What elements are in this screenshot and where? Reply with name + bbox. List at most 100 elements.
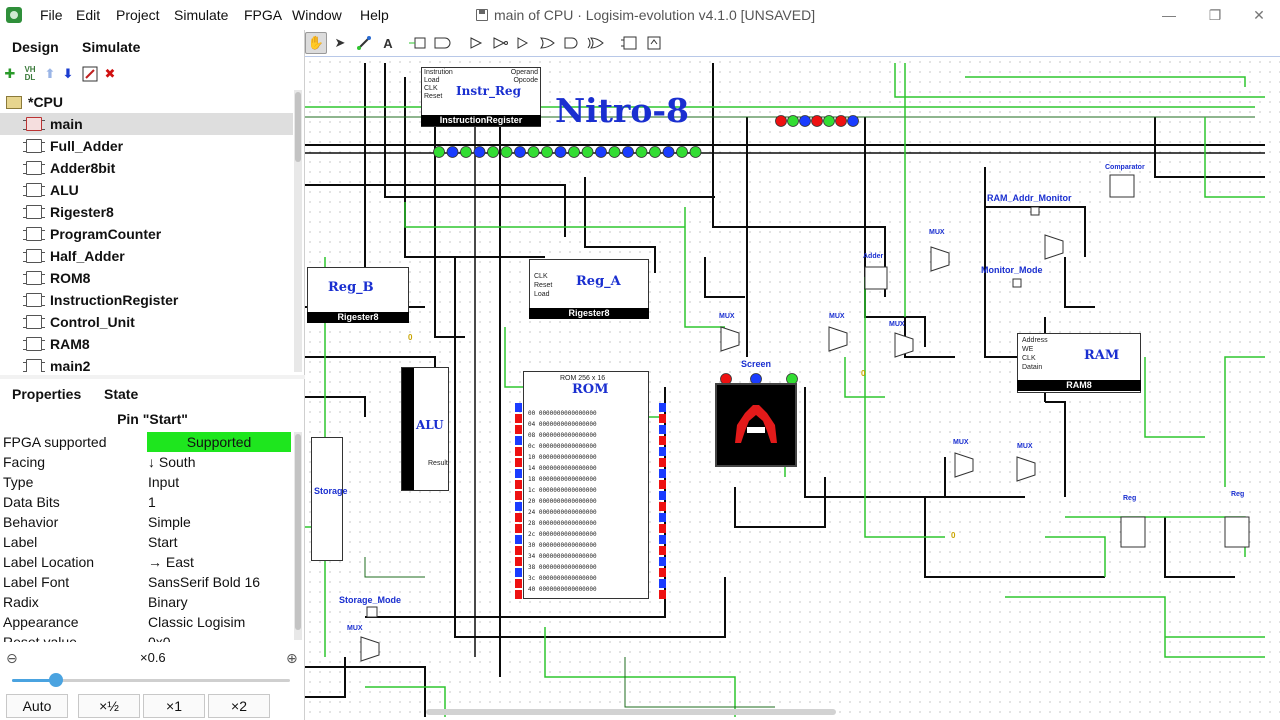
zoom-auto-button[interactable]: Auto [6, 694, 68, 718]
wire[interactable] [1154, 117, 1265, 178]
wire[interactable] [364, 557, 425, 578]
prop-row-behavior[interactable]: Behavior Simple [0, 512, 295, 532]
storage-component[interactable]: Storage [311, 437, 348, 561]
add-vhdl-icon[interactable]: VH DL [22, 66, 38, 82]
register-a-component[interactable]: CLK Reset Load Reg_A Rigester8 [529, 259, 649, 319]
wire[interactable] [624, 657, 775, 708]
prop-row-appearance[interactable]: Appearance Classic Logisim [0, 612, 295, 632]
prop-row-label[interactable]: Label Start [0, 532, 295, 552]
panel-splitter[interactable] [0, 375, 305, 379]
adder-component[interactable] [864, 266, 888, 290]
tree-item-full-adder[interactable]: Full_Adder [0, 135, 293, 157]
probe-component[interactable] [1012, 278, 1022, 288]
input-pin-tool-icon[interactable] [407, 32, 429, 54]
tab-simulate[interactable]: Simulate [82, 39, 140, 55]
ram-component[interactable]: Address WE CLK Datain RAM RAM8 [1017, 333, 1141, 393]
register-b-component[interactable]: Reg_B Rigester8 [307, 267, 409, 323]
menu-window[interactable]: Window [292, 7, 342, 23]
screen-display[interactable] [715, 383, 797, 467]
delete-circuit-icon[interactable]: ✖ [102, 66, 118, 82]
nand-gate-tool-icon[interactable] [561, 32, 583, 54]
prop-value[interactable]: ↓ South [148, 454, 195, 470]
circuit-canvas[interactable]: Instrution Load CLK Reset Operand Opcode… [305, 56, 1280, 720]
zoom-half-button[interactable]: ×½ [78, 694, 140, 718]
tree-item-rom8[interactable]: ROM8 [0, 267, 293, 289]
move-down-icon[interactable]: ⬇ [60, 66, 76, 82]
zoom-in-icon[interactable]: ⊕ [286, 650, 298, 667]
prop-value[interactable]: 0x0 [148, 634, 171, 642]
mux-component[interactable] [930, 246, 950, 272]
wire[interactable] [305, 666, 426, 717]
canvas-horizontal-scrollbar[interactable] [426, 709, 836, 715]
tree-item-instructionregister[interactable]: InstructionRegister [0, 289, 293, 311]
wire[interactable] [1064, 257, 1095, 308]
close-icon[interactable]: ✕ [1248, 5, 1270, 25]
wire[interactable] [1045, 536, 1106, 577]
add-circuit-tool-icon[interactable] [619, 32, 641, 54]
prop-row-radix[interactable]: Radix Binary [0, 592, 295, 612]
xor-gate-tool-icon[interactable] [585, 32, 607, 54]
properties-scrollbar-thumb[interactable] [295, 434, 301, 630]
restore-icon[interactable]: ❐ [1204, 5, 1226, 25]
wire[interactable] [544, 627, 736, 717]
tree-item-rigester8[interactable]: Rigester8 [0, 201, 293, 223]
wire[interactable] [1045, 401, 1066, 497]
prop-row-type[interactable]: Type Input [0, 472, 295, 492]
menu-fpga[interactable]: FPGA [244, 7, 282, 23]
instruction-register-component[interactable]: Instrution Load CLK Reset Operand Opcode… [421, 67, 541, 127]
prop-value[interactable]: Binary [148, 594, 188, 610]
wire[interactable] [1224, 356, 1265, 487]
wire[interactable] [1144, 357, 1205, 438]
tree-root-project[interactable]: *CPU [0, 91, 293, 113]
wire[interactable] [965, 76, 1246, 87]
rom-memory-contents[interactable]: 00 0000000000000000 04 0000000000000000 08… [528, 408, 628, 594]
register-component[interactable] [1120, 516, 1146, 548]
rom-component[interactable]: ROM 256 x 16 ROM 00 0000000000000000 04 0… [523, 371, 649, 599]
comparator-component[interactable] [1109, 174, 1135, 198]
wire[interactable] [305, 657, 346, 698]
menu-edit[interactable]: Edit [76, 7, 100, 23]
probe-component[interactable] [366, 606, 378, 618]
menu-simulate[interactable]: Simulate [174, 7, 228, 23]
mux-component[interactable] [828, 326, 848, 352]
tree-item-main2[interactable]: main2 [0, 355, 293, 372]
select-arrow-tool-icon[interactable]: ➤ [329, 32, 351, 54]
prop-value[interactable]: SansSerif Bold 16 [148, 574, 260, 590]
alu-component[interactable]: ALU Result [401, 367, 449, 491]
probe-component[interactable] [1030, 206, 1040, 216]
text-tool-icon[interactable]: A [377, 32, 399, 54]
prop-value[interactable]: 1 [148, 494, 156, 510]
prop-value[interactable]: Classic Logisim [148, 614, 245, 630]
wire[interactable] [404, 202, 685, 228]
prop-value[interactable]: Start [148, 534, 178, 550]
prop-value[interactable]: Simple [148, 514, 191, 530]
tree-item-alu[interactable]: ALU [0, 179, 293, 201]
wire[interactable] [504, 327, 525, 388]
prop-value[interactable]: Input [148, 474, 179, 490]
prop-row-label-location[interactable]: Label Location → East [0, 552, 295, 572]
wire[interactable] [864, 117, 926, 347]
wire[interactable] [1204, 117, 1265, 198]
wire-tool-icon[interactable] [353, 32, 375, 54]
minimize-icon[interactable]: — [1158, 5, 1180, 25]
zoom-one-button[interactable]: ×1 [143, 694, 205, 718]
buffer-tool-icon[interactable] [489, 32, 511, 54]
tree-item-adder8bit[interactable]: Adder8bit [0, 157, 293, 179]
prop-row-label-font[interactable]: Label Font SansSerif Bold 16 [0, 572, 295, 592]
mux-component[interactable] [1016, 456, 1036, 482]
wire[interactable] [1005, 596, 1265, 658]
menu-help[interactable]: Help [360, 7, 389, 23]
wire[interactable] [704, 257, 745, 298]
tree-item-programcounter[interactable]: ProgramCounter [0, 223, 293, 245]
tree-item-half-adder[interactable]: Half_Adder [0, 245, 293, 267]
prop-row-reset-value[interactable]: Reset value 0x0 [0, 632, 295, 642]
prop-row-data-bits[interactable]: Data Bits 1 [0, 492, 295, 512]
menu-project[interactable]: Project [116, 7, 160, 23]
properties-scrollbar[interactable] [294, 432, 302, 640]
tab-state[interactable]: State [104, 386, 138, 402]
mux-component[interactable] [894, 332, 914, 358]
mux-component[interactable] [1044, 234, 1064, 260]
mux-component[interactable] [360, 636, 380, 662]
mux-component[interactable] [720, 326, 740, 352]
hand-poke-tool-icon[interactable]: ✋ [305, 32, 327, 54]
